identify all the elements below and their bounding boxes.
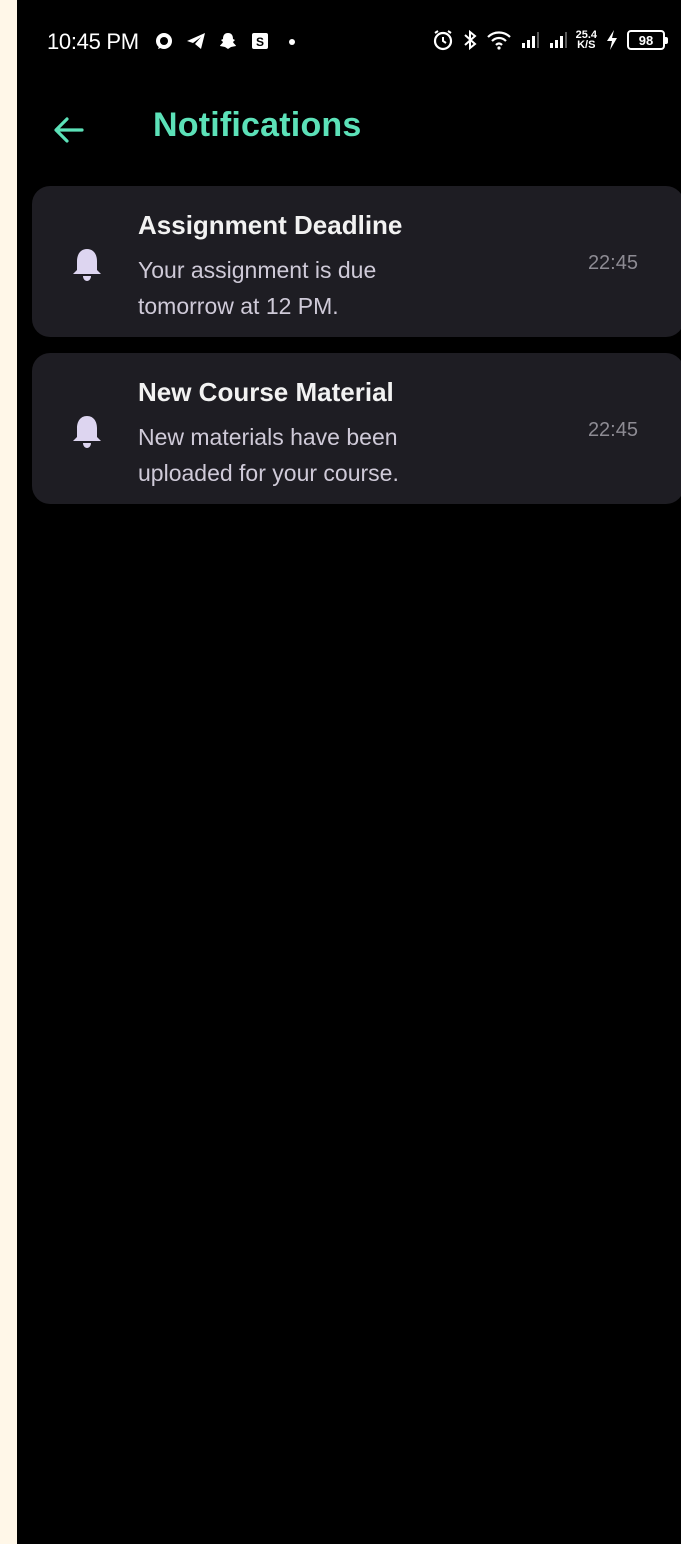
- app-screen: 10:45 PM S 25.4 K/S 98 Notifications Ass…: [17, 0, 681, 1544]
- notification-body: New materials have been uploaded for you…: [138, 424, 399, 486]
- bell-icon: [73, 416, 101, 448]
- network-speed: 25.4 K/S: [576, 28, 597, 52]
- alarm-icon: [432, 28, 454, 52]
- svg-text:S: S: [256, 35, 264, 49]
- status-time: 10:45 PM: [47, 29, 139, 54]
- telegram-icon: [186, 31, 206, 51]
- dot-icon: [282, 31, 302, 51]
- notification-title: New Course Material: [138, 377, 394, 407]
- notification-list: Assignment Deadline Your assignment is d…: [32, 186, 681, 520]
- network-speed-unit: K/S: [577, 39, 596, 51]
- page-title: Notifications: [153, 106, 362, 144]
- battery-level: 98: [638, 32, 654, 48]
- status-system-icons: 25.4 K/S 98: [432, 28, 668, 52]
- bluetooth-icon: [462, 28, 478, 52]
- notification-time: 22:45: [587, 252, 638, 274]
- notification-card[interactable]: Assignment Deadline Your assignment is d…: [32, 186, 681, 337]
- whatsapp-icon: [154, 31, 174, 51]
- notification-title: Assignment Deadline: [138, 210, 403, 240]
- s-app-icon: S: [250, 31, 270, 51]
- signal-icon: [520, 28, 540, 52]
- status-bar: 10:45 PM S 25.4 K/S 98: [17, 0, 681, 88]
- snapchat-icon: [218, 31, 238, 51]
- charging-icon: [605, 28, 619, 52]
- bell-icon: [73, 249, 101, 281]
- notification-card[interactable]: New Course Material New materials have b…: [32, 353, 681, 504]
- notification-time: 22:45: [587, 419, 638, 441]
- back-button[interactable]: [47, 108, 91, 152]
- wifi-icon: [486, 28, 512, 52]
- status-notification-icons: S: [154, 31, 302, 51]
- arrow-left-icon: [54, 117, 84, 143]
- signal-icon: [548, 28, 568, 52]
- notification-body: Your assignment is due tomorrow at 12 PM…: [138, 257, 377, 319]
- battery-indicator: 98: [627, 30, 668, 50]
- app-bar: Notifications: [17, 88, 681, 170]
